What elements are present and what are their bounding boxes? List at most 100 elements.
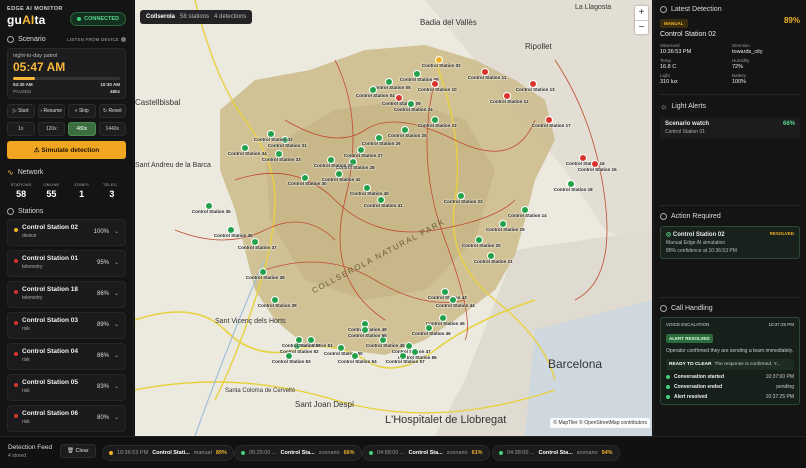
station-marker-label: Control Station 44: [435, 303, 475, 308]
stations-header: Stations: [7, 208, 126, 215]
call-event: Conversation ended pending: [666, 384, 794, 390]
connection-badge: CONNECTED: [70, 12, 126, 26]
call-card: VOICE ESCALATION 10:37:25 PM ALERT RESOLV…: [660, 317, 800, 405]
status-dot-icon: [77, 17, 82, 21]
station-marker-label: Control Station 37: [237, 245, 277, 250]
city-label: Sant Joan Despí: [295, 400, 355, 409]
station-marker-label: Control Station 21: [473, 259, 513, 264]
chevron-down-icon[interactable]: ⌄: [114, 321, 119, 328]
scenario-name: night-to-day patrol: [13, 53, 58, 59]
skip-button[interactable]: » Skip: [68, 104, 96, 118]
event-label: Alert resolved: [674, 393, 708, 400]
station-marker-label: Control Station 11: [467, 75, 507, 80]
scenario-card: night-to-day patrol 05:47 AM 04:30 AM 10:…: [7, 48, 126, 99]
speed-option[interactable]: 120x: [37, 122, 65, 136]
latest-detection-header: Latest Detection: [660, 6, 800, 13]
listen-toggle[interactable]: LISTEN FROM DEVICE: [67, 37, 126, 42]
stat-label: ZONES: [74, 182, 90, 187]
detection-field: Direction towards_city: [732, 43, 800, 55]
chevron-down-icon[interactable]: ⌄: [114, 414, 119, 421]
station-marker-label: Control Station 12: [489, 99, 529, 104]
station-marker-label: Control Station 05: [371, 85, 411, 90]
station-item[interactable]: Control Station 01 telemetry 95% ⌄: [7, 250, 126, 277]
station-pct: 95%: [96, 260, 109, 266]
feed-item[interactable]: 10:36:53 PM Control Stati... manual 89%: [102, 445, 234, 461]
gear-icon: [7, 36, 14, 43]
start-button[interactable]: ▷ Start: [7, 104, 35, 118]
feed-time: 04:38:00 ...: [507, 450, 535, 456]
feed-pct: 89%: [215, 450, 227, 456]
station-marker-label: Control Station 29: [313, 163, 353, 168]
map-view[interactable]: COLLSEROLA NATURAL PARK Badia del Vallès…: [135, 0, 652, 436]
feed-station: Control Sta...: [280, 450, 315, 456]
city-label: Badia del Vallès: [420, 18, 477, 27]
map-attribution[interactable]: © MapTiler © OpenStreetMap contributors: [550, 418, 650, 428]
detection-field: Observed 10:36:53 PM: [660, 43, 728, 55]
feed-item[interactable]: 05:25:00 ... Control Sta... scenario 66%: [234, 445, 362, 461]
event-time: 10:37:00 PM: [765, 373, 794, 380]
station-marker-label: Control Station 32: [253, 137, 293, 142]
station-item[interactable]: Control Station 06 risk 80% ⌄: [7, 405, 126, 432]
chevron-down-icon[interactable]: ⌄: [114, 290, 119, 297]
station-pct: 89%: [96, 322, 109, 328]
stat-label: TELEG...: [102, 182, 121, 187]
station-pct: 83%: [96, 384, 109, 390]
station-item[interactable]: Control Station 04 risk 86% ⌄: [7, 343, 126, 370]
status-dot-icon: [666, 384, 670, 389]
zoom-out-button[interactable]: −: [635, 20, 648, 34]
chevron-down-icon[interactable]: ⌄: [114, 352, 119, 359]
scenario-header: Scenario LISTEN FROM DEVICE: [7, 36, 126, 43]
feed-type: scenario: [318, 450, 340, 456]
stat-value: 58: [16, 189, 27, 199]
speed-option[interactable]: 1440x: [98, 122, 126, 136]
city-label: Sant Andreu de la Barca: [135, 162, 211, 169]
station-marker-label: Control Station 10: [417, 87, 457, 92]
clear-button[interactable]: 🗑 Clear: [60, 444, 96, 458]
right-panel: Latest Detection MANUAL 89% Control Stat…: [653, 0, 806, 436]
stat-value: 3: [109, 189, 115, 199]
feed-item[interactable]: 04:58:00 ... Control Sta... scenario 61%: [362, 445, 490, 461]
resume-button[interactable]: › Resume: [37, 104, 65, 118]
latest-confidence: 89%: [783, 16, 800, 25]
feed-station: Control Sta...: [538, 450, 573, 456]
field-label: Observed: [660, 43, 680, 48]
station-marker-label: Control Station 48: [365, 343, 405, 348]
station-item[interactable]: Control Station 03 risk 89% ⌄: [7, 312, 126, 339]
field-label: Light: [660, 73, 670, 78]
light-alert-card[interactable]: Scenario watch 66% Control Station 01: [660, 117, 800, 139]
chevron-down-icon[interactable]: ⌄: [114, 259, 119, 266]
feed-label: Detection Feed: [8, 444, 53, 451]
action-card[interactable]: ◎ Control Station 02 RESOLVED Manual Edge…: [660, 226, 800, 259]
location-pill: Collserola 58 stations 4 detections: [140, 10, 253, 24]
feed-item[interactable]: 04:38:00 ... Control Sta... scenario 54%: [492, 445, 620, 461]
feed-time: 10:36:53 PM: [117, 450, 149, 456]
simulate-detection-button[interactable]: ⚠ Simulate detection: [7, 141, 126, 159]
event-time: 10:37:25 PM: [765, 393, 794, 400]
reset-button[interactable]: ↻ Reset: [98, 104, 126, 118]
city-label: Ripollet: [525, 42, 552, 51]
station-item[interactable]: Control Station 05 risk 83% ⌄: [7, 374, 126, 401]
detection-field: Light 310 lux: [660, 73, 728, 85]
chevron-down-icon[interactable]: ⌄: [114, 383, 119, 390]
chevron-down-icon[interactable]: ⌄: [114, 228, 119, 235]
speed-option[interactable]: 1x: [7, 122, 35, 136]
scenario-status: PAUSED: [13, 89, 32, 94]
zoom-in-button[interactable]: +: [635, 6, 648, 20]
station-item[interactable]: Control Station 18 telemetry 86% ⌄: [7, 281, 126, 308]
speed-option[interactable]: 480x: [68, 122, 96, 136]
scenario-progress[interactable]: [13, 77, 120, 80]
station-marker-label: Control Station 19: [485, 227, 525, 232]
stat-value: 1: [79, 189, 85, 199]
station-item[interactable]: Control Station 02 device 100% ⌄: [7, 219, 126, 246]
city-label: Santa Coloma de Cervelló: [225, 388, 296, 394]
station-marker-label: Control Station 58: [281, 343, 321, 348]
stat-label: STATIONS: [10, 182, 32, 187]
alert-resolved-badge: ALERT RESOLVED: [666, 334, 713, 343]
detection-field: Temp 16.8 C: [660, 58, 728, 70]
station-marker-label: Control Station 55: [347, 333, 387, 338]
station-marker-label: Control Station 54: [337, 359, 377, 364]
field-label: Direction: [732, 43, 750, 48]
station-marker-label: Control Station 26: [361, 141, 401, 146]
station-marker-label: Control Station 20: [461, 243, 501, 248]
city-label: L'Hospitalet de Llobregat: [385, 414, 507, 426]
